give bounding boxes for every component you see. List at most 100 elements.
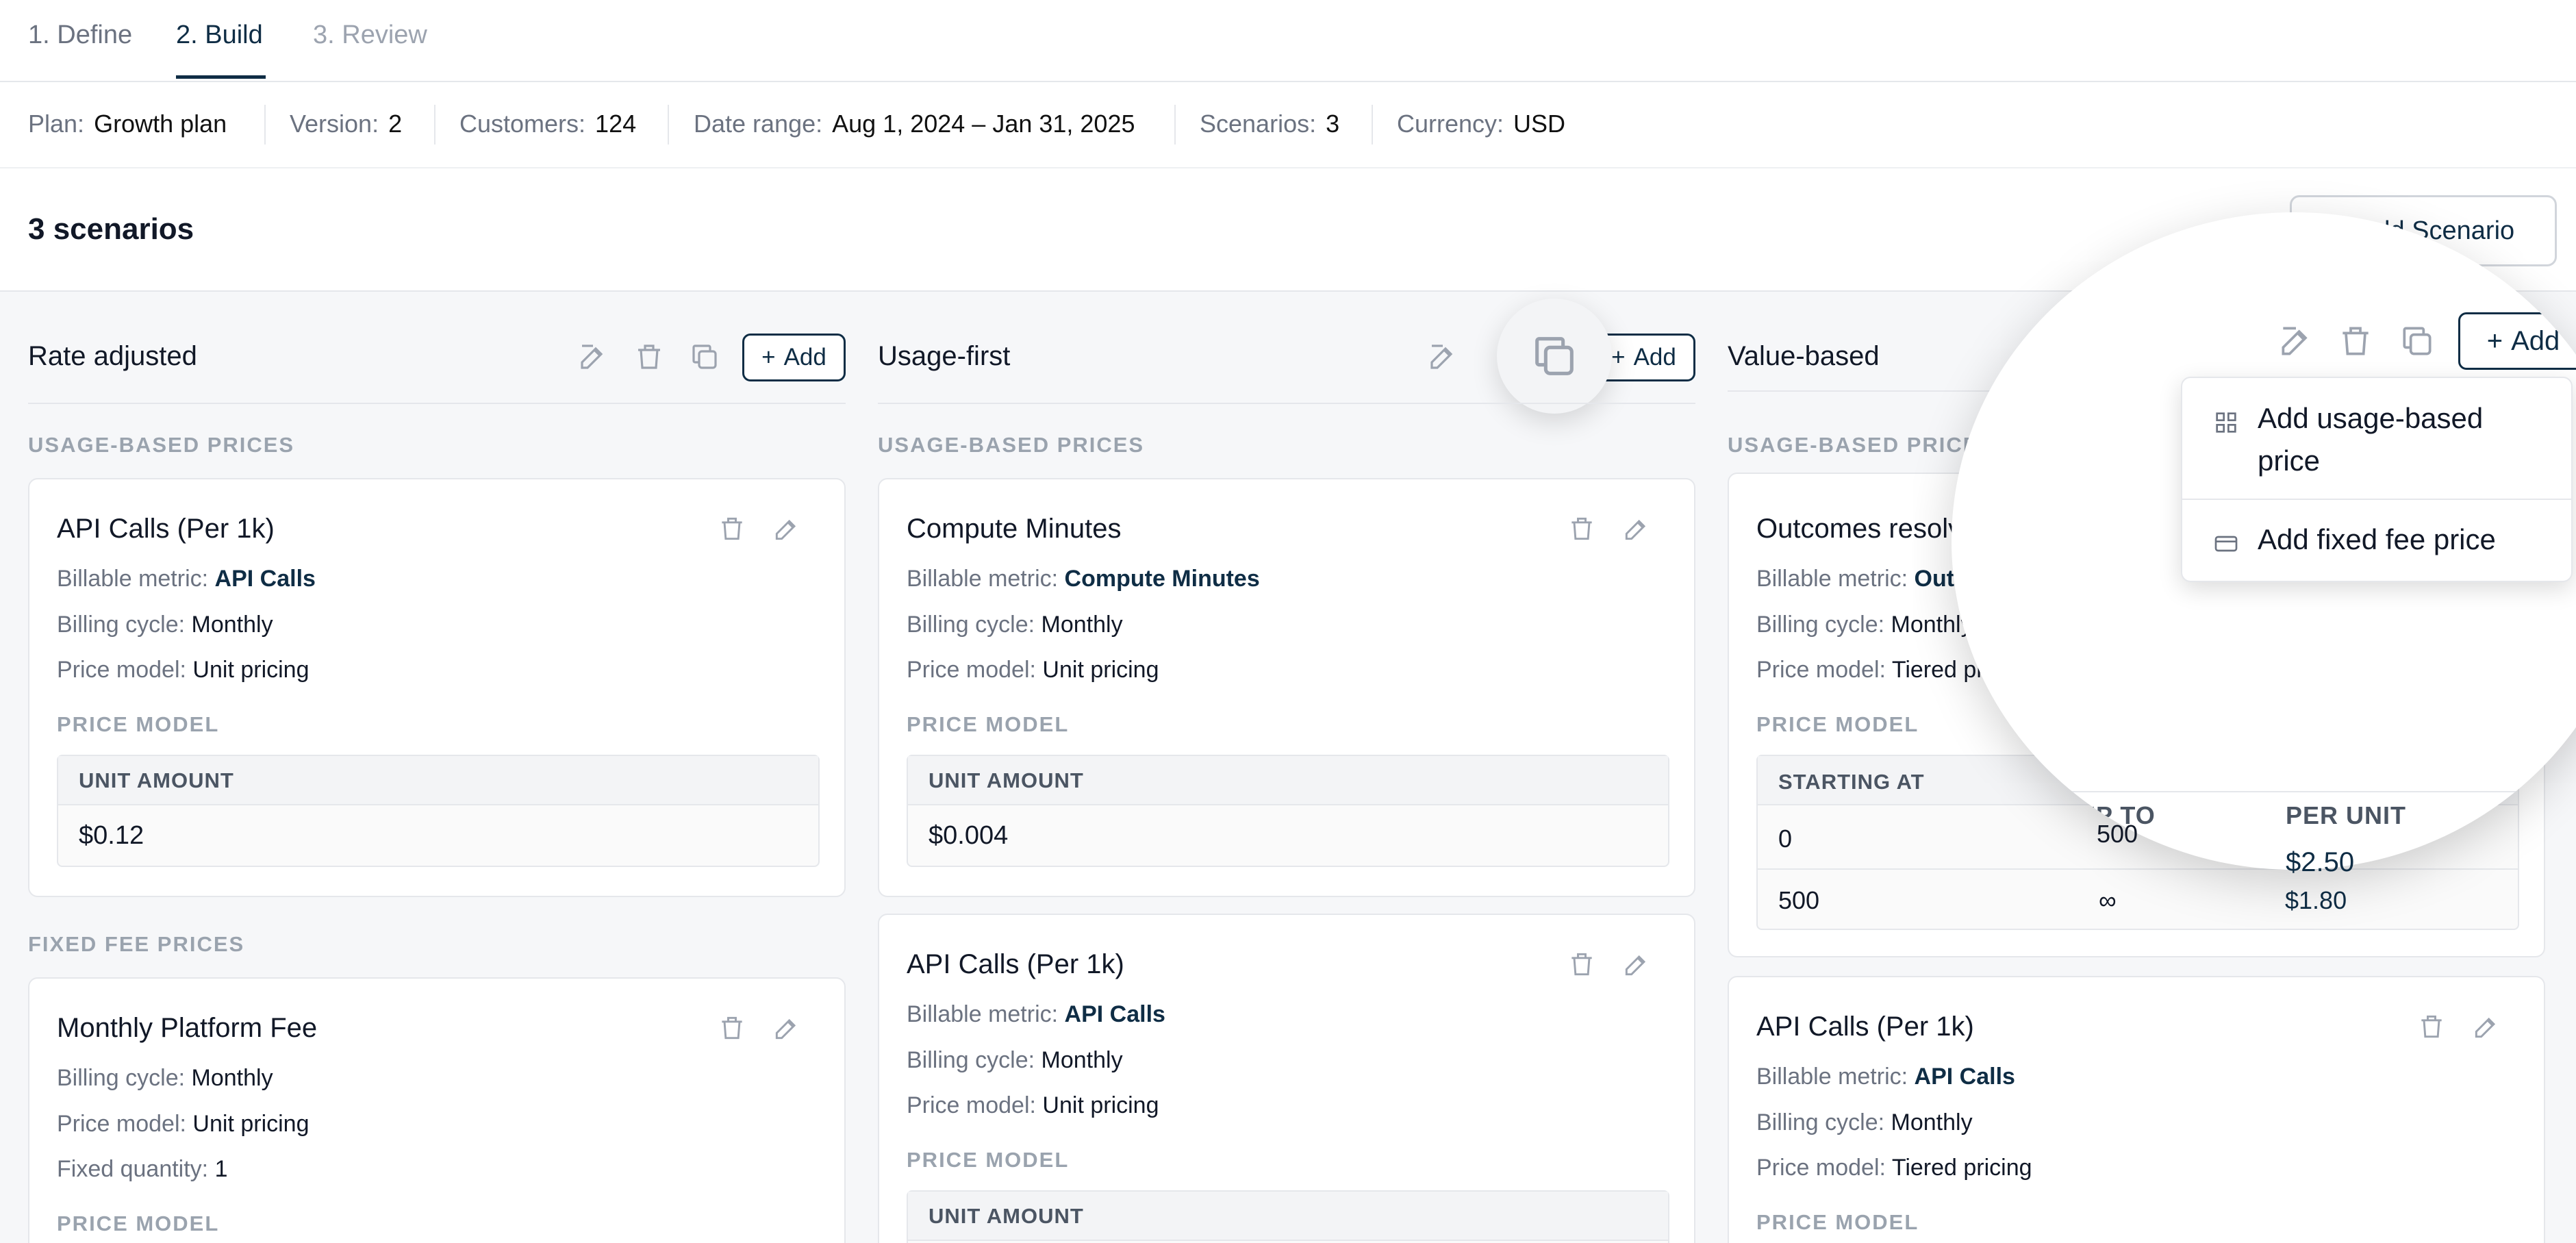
price-card-title: API Calls (Per 1k) [57, 514, 275, 544]
billable-metric-row: Billable metric: Compute Minutes [907, 566, 1260, 592]
divider [434, 105, 435, 145]
scenarios-info: Scenarios: 3 [1200, 110, 1340, 138]
price-card: API Calls (Per 1k) Billable metric: API … [878, 914, 1695, 1243]
fixed-quantity-row: Fixed quantity: 1 [57, 1156, 228, 1182]
customers-info: Customers: 124 [459, 110, 637, 138]
version-info: Version: 2 [290, 110, 403, 138]
price-model-label: PRICE MODEL [907, 712, 1070, 736]
duplicate-icon[interactable] [2398, 322, 2436, 360]
edit-icon[interactable] [772, 514, 802, 544]
tier-per-unit: $2.50 [2286, 847, 2355, 877]
price-model-label: PRICE MODEL [57, 1211, 220, 1235]
divider [1372, 105, 1373, 145]
unit-amount-table: UNIT AMOUNT $0.12 [57, 755, 820, 867]
unit-amount-table: UNIT AMOUNT [907, 1190, 1669, 1243]
billing-cycle-row: Billing cycle: Monthly [57, 612, 273, 638]
edit-icon[interactable] [577, 340, 609, 373]
billing-cycle-row: Billing cycle: Monthly [907, 1047, 1123, 1073]
tier-header-per-unit: PER UNIT [2286, 801, 2407, 829]
tier-start: 0 [1778, 825, 1793, 853]
edit-icon[interactable] [2471, 1012, 2501, 1042]
trash-icon[interactable] [2416, 1012, 2447, 1042]
tab-define[interactable]: 1. Define [28, 21, 132, 50]
edit-icon[interactable] [2277, 322, 2315, 360]
add-price-button[interactable]: + Add [742, 334, 846, 381]
tier-header-start: STARTING AT [1778, 770, 1925, 794]
price-model-row: Price model: Tiered pricing [1756, 1155, 2032, 1181]
price-model-label: PRICE MODEL [907, 1148, 1070, 1172]
billing-cycle-row: Billing cycle: Monthly [57, 1065, 273, 1091]
unit-amount-table: UNIT AMOUNT $0.004 [907, 755, 1669, 867]
billable-metric-link[interactable]: Compute Minutes [1065, 566, 1260, 592]
grid-icon [2212, 405, 2240, 433]
divider [1174, 105, 1176, 145]
price-model-row: Price model: Unit pricing [57, 1111, 310, 1137]
tab-review[interactable]: 3. Review [313, 21, 427, 50]
scenario-title: Rate adjusted [28, 341, 197, 371]
tab-build[interactable]: 2. Build [176, 21, 263, 50]
price-card: API Calls (Per 1k) Billable metric: API … [28, 478, 846, 897]
divider [1952, 791, 2576, 792]
trash-icon[interactable] [717, 514, 747, 544]
trash-icon[interactable] [633, 340, 666, 373]
edit-icon[interactable] [1426, 340, 1459, 373]
scenario-title: Value-based [1728, 341, 1880, 371]
edit-icon[interactable] [772, 1013, 802, 1043]
section-label-usage: USAGE-BASED PRICES [878, 433, 1145, 457]
plus-icon: + [1611, 344, 1626, 371]
menu-item-add-fixed-price[interactable]: Add fixed fee price [2182, 518, 2573, 561]
unit-amount-header: UNIT AMOUNT [908, 756, 1668, 805]
divider [878, 403, 1695, 404]
active-tab-indicator [176, 75, 266, 79]
price-card-title: API Calls (Per 1k) [1756, 1012, 1974, 1042]
divider [264, 105, 266, 145]
price-card: Monthly Platform Fee Billing cycle: Mont… [28, 977, 846, 1243]
price-card-title: API Calls (Per 1k) [907, 949, 1124, 979]
divider [28, 403, 846, 404]
tier-per-unit: $1.80 [2285, 886, 2347, 914]
price-model-row: Price model: Unit pricing [57, 657, 310, 683]
duplicate-icon[interactable] [688, 340, 721, 373]
trash-icon[interactable] [1567, 949, 1597, 979]
trash-icon[interactable] [1567, 514, 1597, 544]
billing-cycle-row: Billing cycle: Monthly [1756, 1109, 1973, 1135]
billable-metric-link[interactable]: API Calls [1915, 1064, 2015, 1090]
page-title: 3 scenarios [28, 212, 194, 246]
plan-info: Plan: Growth plan [28, 110, 227, 138]
date-range-info: Date range: Aug 1, 2024 – Jan 31, 2025 [694, 110, 1135, 138]
tier-up-to: ∞ [2099, 886, 2117, 914]
trash-icon[interactable] [2336, 322, 2375, 360]
price-model-label: PRICE MODEL [1756, 712, 1919, 736]
plus-icon: + [2486, 325, 2503, 356]
tier-up-to: 500 [2097, 820, 2138, 848]
tier-start: 500 [1778, 886, 1820, 914]
edit-icon[interactable] [1621, 949, 1652, 979]
price-model-label: PRICE MODEL [1756, 1210, 1919, 1234]
price-card: Compute Minutes Billable metric: Compute… [878, 478, 1695, 897]
trash-icon[interactable] [717, 1013, 747, 1043]
divider [668, 105, 669, 145]
add-price-button[interactable]: + Add [2458, 312, 2576, 370]
billable-metric-row: Billable metric: API Calls [1756, 1064, 2015, 1090]
menu-item-add-usage-price[interactable]: Add usage-based price [2182, 397, 2573, 482]
unit-amount-header: UNIT AMOUNT [58, 756, 818, 805]
price-model-label: PRICE MODEL [57, 712, 220, 736]
plus-icon: + [761, 344, 776, 371]
price-card: API Calls (Per 1k) Billable metric: API … [1728, 976, 2545, 1243]
billable-metric-link[interactable]: API Calls [215, 566, 316, 592]
add-price-dropdown: Add usage-based price Add fixed fee pric… [2181, 377, 2573, 582]
card-icon [2212, 527, 2240, 554]
price-model-row: Price model: Unit pricing [907, 1092, 1159, 1118]
scenario-title: Usage-first [878, 341, 1011, 371]
billable-metric-link[interactable]: API Calls [1065, 1001, 1165, 1027]
unit-amount-header: UNIT AMOUNT [908, 1192, 1668, 1241]
duplicate-icon[interactable] [1497, 299, 1612, 414]
edit-icon[interactable] [1621, 514, 1652, 544]
billable-metric-row: Billable metric: API Calls [57, 566, 316, 592]
unit-amount-value: $0.12 [79, 821, 144, 850]
price-card-title: Monthly Platform Fee [57, 1013, 318, 1043]
section-label-fixed: FIXED FEE PRICES [28, 932, 245, 956]
unit-amount-value: $0.004 [929, 821, 1009, 850]
price-model-row: Price model: Unit pricing [907, 657, 1159, 683]
section-label-usage: USAGE-BASED PRICES [28, 433, 295, 457]
